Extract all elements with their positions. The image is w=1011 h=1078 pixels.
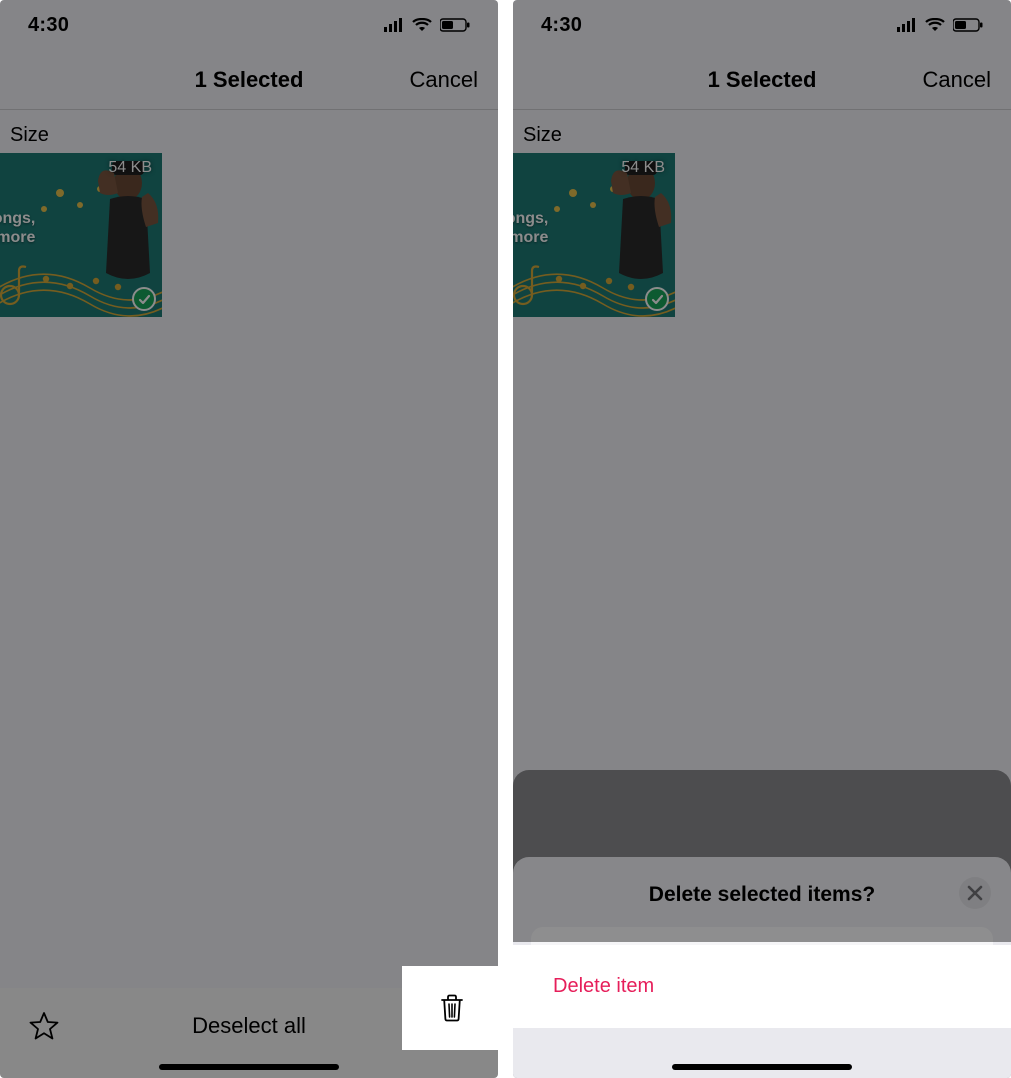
home-indicator[interactable] bbox=[159, 1064, 339, 1070]
status-time: 4:30 bbox=[28, 14, 69, 37]
cellular-icon bbox=[384, 18, 404, 32]
phone-screen-left: 4:30 1 Selected Cancel Size bbox=[0, 0, 498, 1078]
trash-icon bbox=[439, 993, 465, 1023]
selection-check-icon bbox=[645, 287, 669, 311]
star-icon bbox=[29, 1011, 59, 1041]
thumbnail-text-line2: & more bbox=[513, 229, 548, 246]
wifi-icon bbox=[412, 18, 432, 32]
thumbnail-text-line1: + songs, bbox=[513, 210, 548, 227]
thumbnail-text: + songs, & more bbox=[513, 209, 548, 247]
thumbnail-size-badge: 54 KB bbox=[621, 159, 665, 177]
nav-bar: 1 Selected Cancel bbox=[0, 50, 498, 110]
star-button[interactable] bbox=[24, 1006, 64, 1046]
delete-button[interactable] bbox=[406, 970, 498, 1046]
nav-title: 1 Selected bbox=[708, 67, 817, 93]
sheet-close-button[interactable] bbox=[959, 877, 991, 909]
close-icon bbox=[967, 885, 983, 901]
media-thumbnail[interactable]: 54 KB + songs, & more bbox=[513, 153, 675, 317]
delete-row-highlight: Delete item bbox=[513, 945, 1011, 1028]
cancel-button[interactable]: Cancel bbox=[923, 67, 991, 93]
battery-icon bbox=[440, 18, 470, 32]
status-bar: 4:30 bbox=[0, 0, 498, 50]
cancel-button[interactable]: Cancel bbox=[410, 67, 478, 93]
selection-check-icon bbox=[132, 287, 156, 311]
section-label-size: Size bbox=[513, 110, 1011, 153]
status-bar: 4:30 bbox=[513, 0, 1011, 50]
thumbnail-grid: 54 KB + songs, & more bbox=[0, 153, 498, 323]
home-indicator[interactable] bbox=[672, 1064, 852, 1070]
cellular-icon bbox=[897, 18, 917, 32]
status-icons bbox=[897, 18, 983, 32]
status-time: 4:30 bbox=[541, 14, 582, 37]
thumbnail-grid: 54 KB + songs, & more bbox=[513, 153, 1011, 323]
wifi-icon bbox=[925, 18, 945, 32]
thumbnail-size-badge: 54 KB bbox=[108, 159, 152, 177]
status-icons bbox=[384, 18, 470, 32]
media-thumbnail[interactable]: 54 KB + songs, & more bbox=[0, 153, 162, 317]
section-label-size: Size bbox=[0, 110, 498, 153]
nav-bar: 1 Selected Cancel bbox=[513, 50, 1011, 110]
nav-title: 1 Selected bbox=[195, 67, 304, 93]
battery-icon bbox=[953, 18, 983, 32]
thumbnail-text-line1: + songs, bbox=[0, 210, 35, 227]
delete-item-button[interactable]: Delete item bbox=[531, 955, 993, 1018]
thumbnail-text-line2: & more bbox=[0, 229, 35, 246]
sheet-title: Delete selected items? bbox=[527, 883, 997, 907]
deselect-all-button[interactable]: Deselect all bbox=[192, 1013, 306, 1039]
thumbnail-text: + songs, & more bbox=[0, 209, 35, 247]
phone-screen-right: 4:30 1 Selected Cancel Size bbox=[513, 0, 1011, 1078]
